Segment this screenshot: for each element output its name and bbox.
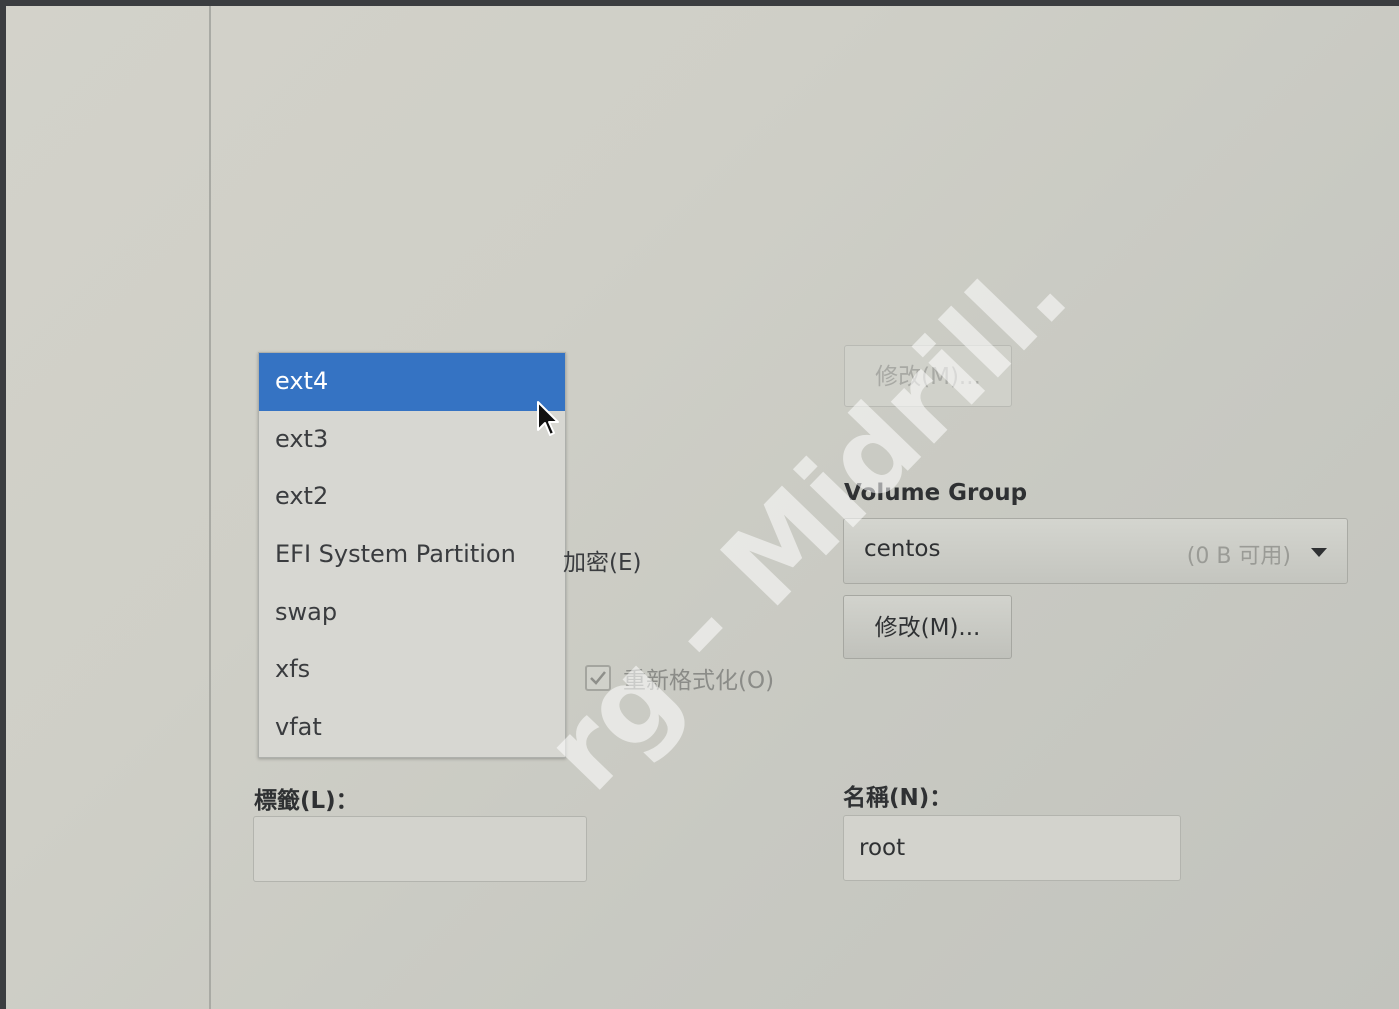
- filesystem-dropdown-list[interactable]: ext4 ext3 ext2 EFI System Partition swap…: [258, 352, 566, 758]
- volume-group-select[interactable]: centos (0 B 可用): [843, 518, 1348, 584]
- reformat-label: 重新格式化(O): [623, 668, 775, 694]
- dropdown-option-swap[interactable]: swap: [259, 584, 565, 642]
- encrypt-label[interactable]: 加密(E): [563, 543, 641, 577]
- dropdown-option-ext4[interactable]: ext4: [259, 353, 565, 411]
- mouse-cursor-icon: [537, 401, 559, 436]
- modify-volume-group-button[interactable]: 修改(M)...: [843, 595, 1012, 659]
- reformat-option[interactable]: 重新格式化(O): [585, 661, 774, 695]
- name-input[interactable]: root: [843, 815, 1181, 881]
- modify-button-disabled: 修改(M)...: [844, 345, 1012, 407]
- installer-screen: ext4 ext3 ext2 EFI System Partition swap…: [6, 6, 1399, 1009]
- checkmark-icon: [590, 671, 606, 685]
- name-field-label: 名稱(N)：: [843, 785, 953, 811]
- reformat-checkbox[interactable]: [585, 665, 611, 691]
- dropdown-option-ext2[interactable]: ext2: [259, 468, 565, 526]
- label-input[interactable]: [253, 816, 587, 882]
- label-field-label: 標籤(L)：: [254, 788, 359, 814]
- dropdown-option-vfat[interactable]: vfat: [259, 699, 565, 757]
- dropdown-option-ext3[interactable]: ext3: [259, 411, 565, 469]
- volume-group-value: centos: [864, 536, 941, 562]
- sidebar-divider: [209, 6, 211, 1009]
- chevron-down-icon: [1311, 548, 1327, 557]
- dropdown-option-efi[interactable]: EFI System Partition: [259, 526, 565, 584]
- dropdown-option-xfs[interactable]: xfs: [259, 641, 565, 699]
- volume-group-available: (0 B 可用): [1186, 544, 1291, 569]
- volume-group-label: Volume Group: [844, 480, 1028, 506]
